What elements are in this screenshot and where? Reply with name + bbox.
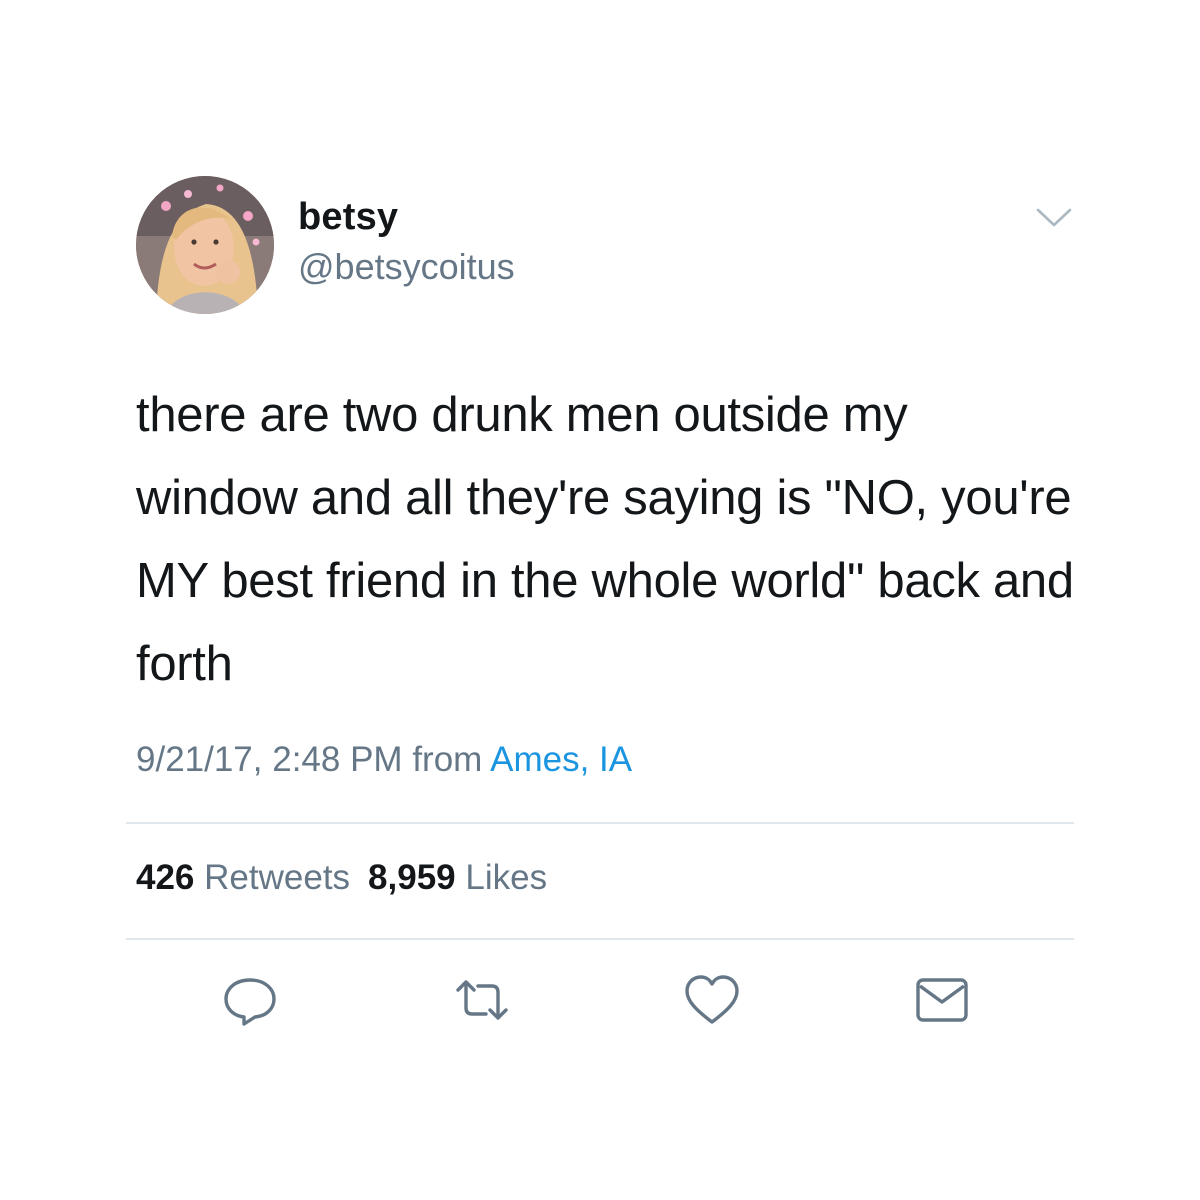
- chevron-down-icon[interactable]: [1032, 200, 1076, 236]
- tweet-stats: 426 Retweets 8,959 Likes: [136, 858, 547, 898]
- avatar[interactable]: [136, 176, 274, 314]
- reply-button[interactable]: [220, 972, 280, 1028]
- like-button[interactable]: [682, 972, 742, 1028]
- likes-label: Likes: [465, 858, 548, 897]
- retweet-icon: [456, 980, 508, 1020]
- reply-icon: [224, 978, 276, 1026]
- tweet-text: there are two drunk men outside my windo…: [136, 388, 1074, 691]
- divider: [126, 938, 1074, 940]
- retweets-count: 426: [136, 858, 195, 897]
- location-link[interactable]: Ames, IA: [490, 740, 632, 779]
- likes-stat[interactable]: 8,959 Likes: [368, 858, 547, 897]
- retweets-label: Retweets: [204, 858, 351, 897]
- divider: [126, 822, 1074, 824]
- retweets-stat[interactable]: 426 Retweets: [136, 858, 350, 897]
- retweet-button[interactable]: [452, 972, 512, 1028]
- user-handle[interactable]: @betsycoitus: [298, 246, 515, 288]
- envelope-icon: [916, 978, 968, 1022]
- from-label: from: [412, 740, 483, 779]
- display-name[interactable]: betsy: [298, 196, 398, 239]
- tweet-meta: 9/21/17, 2:48 PM from Ames, IA: [136, 740, 632, 780]
- timestamp[interactable]: 9/21/17, 2:48 PM: [136, 740, 403, 779]
- heart-icon: [685, 975, 739, 1024]
- direct-message-button[interactable]: [912, 972, 972, 1028]
- profile-photo: [136, 176, 274, 314]
- likes-count: 8,959: [368, 858, 456, 897]
